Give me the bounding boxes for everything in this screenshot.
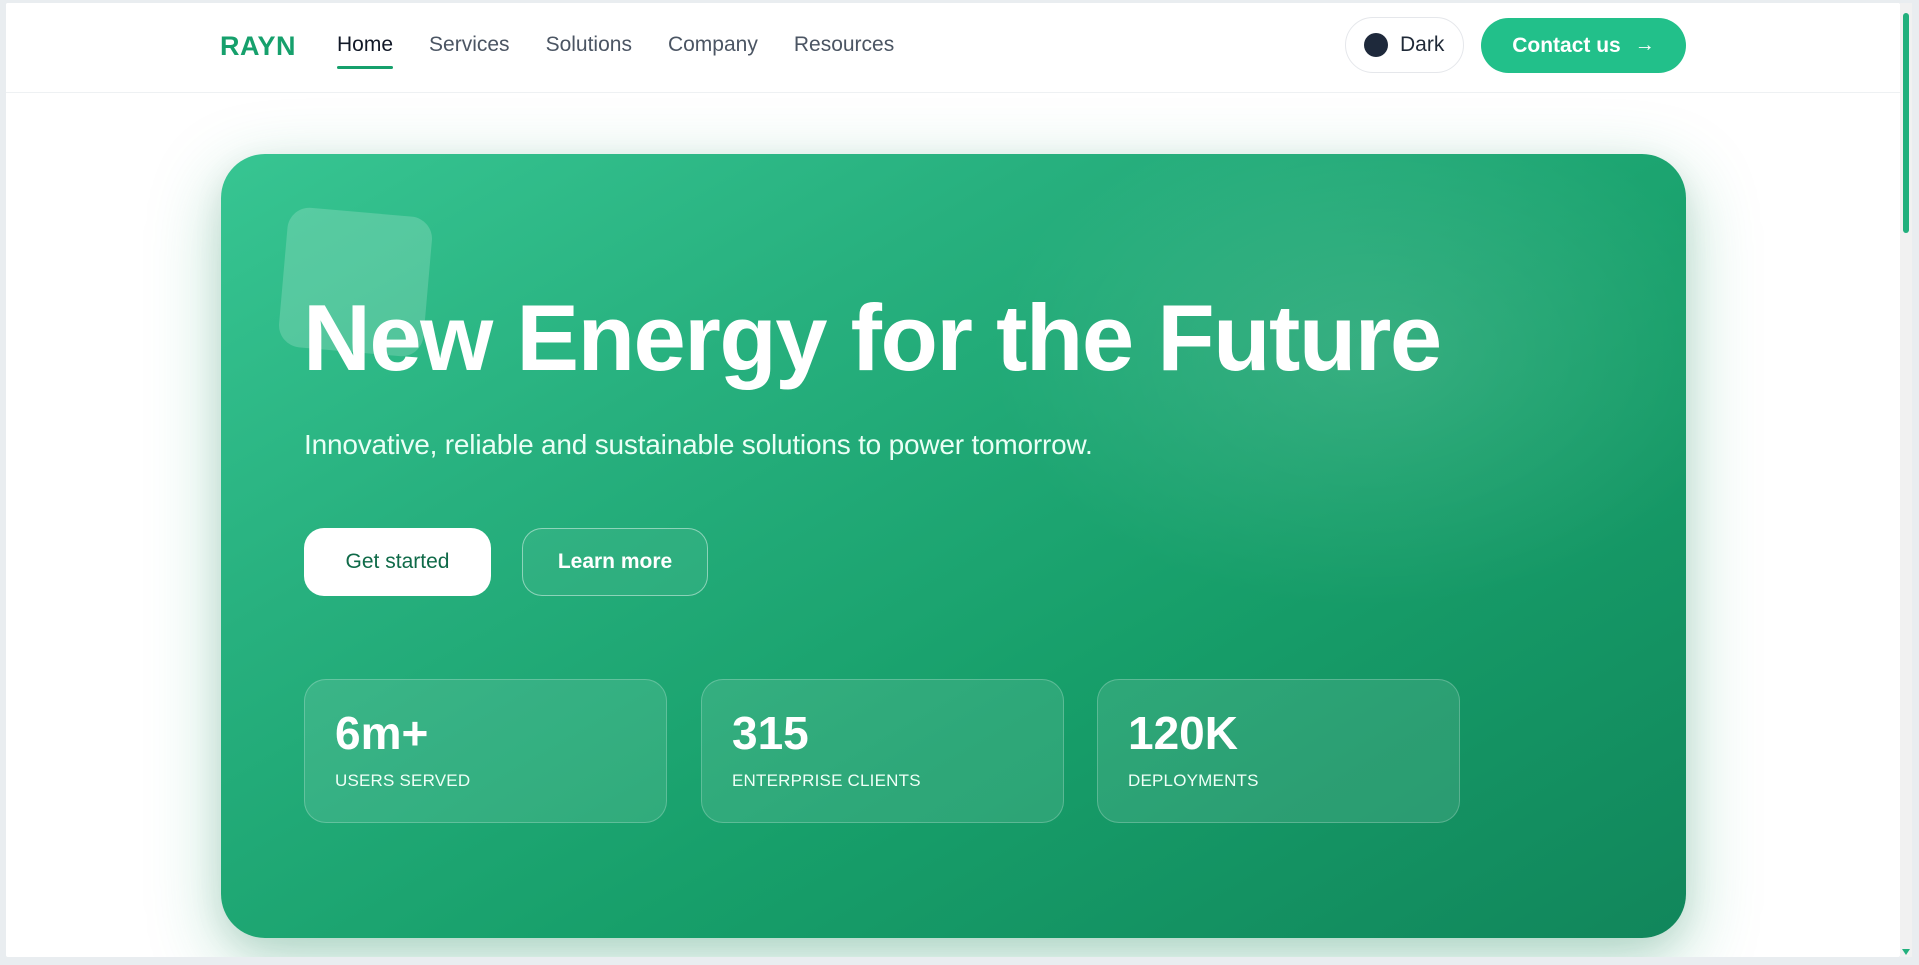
theme-toggle-button[interactable]: Dark — [1345, 17, 1464, 73]
nav-link-resources[interactable]: Resources — [794, 33, 894, 69]
nav-link-home[interactable]: Home — [337, 33, 394, 69]
hero-title: New Energy for the Future — [303, 285, 1442, 390]
theme-toggle-label: Dark — [1400, 33, 1445, 56]
contact-us-label: Contact us — [1512, 33, 1621, 57]
stat-label: DEPLOYMENTS — [1128, 771, 1259, 790]
stat-value: 6m+ — [335, 707, 429, 759]
nav-link-solutions[interactable]: Solutions — [546, 33, 632, 69]
stat-card-users: 6m+ USERS SERVED — [304, 679, 667, 823]
moon-dot-icon — [1364, 33, 1388, 57]
vertical-scrollbar[interactable] — [1900, 3, 1912, 957]
stat-label: USERS SERVED — [335, 771, 471, 790]
main-nav: Home Services Solutions Company Resource… — [337, 33, 930, 69]
scroll-down-arrow-icon[interactable] — [1902, 949, 1910, 955]
contact-us-button[interactable]: Contact us → — [1481, 18, 1686, 73]
scrollbar-thumb[interactable] — [1903, 13, 1909, 233]
brand-logo[interactable]: RAYN — [220, 31, 296, 62]
stat-value: 120K — [1128, 707, 1238, 759]
nav-link-company[interactable]: Company — [668, 33, 758, 69]
hero-banner: New Energy for the Future Innovative, re… — [221, 154, 1686, 938]
hero-subtitle: Innovative, reliable and sustainable sol… — [304, 429, 1093, 460]
page-viewport: RAYN Home Services Solutions Company Res… — [6, 3, 1900, 957]
stat-card-clients: 315 ENTERPRISE CLIENTS — [701, 679, 1064, 823]
stat-label: ENTERPRISE CLIENTS — [732, 771, 921, 790]
stat-value: 315 — [732, 707, 809, 759]
nav-link-services[interactable]: Services — [429, 33, 510, 69]
top-navbar: RAYN Home Services Solutions Company Res… — [6, 3, 1900, 93]
arrow-right-icon: → — [1634, 34, 1655, 56]
get-started-button[interactable]: Get started — [304, 528, 491, 596]
learn-more-button[interactable]: Learn more — [522, 528, 708, 596]
hero-glow-decoration — [921, 154, 1686, 654]
stat-card-deployments: 120K DEPLOYMENTS — [1097, 679, 1460, 823]
